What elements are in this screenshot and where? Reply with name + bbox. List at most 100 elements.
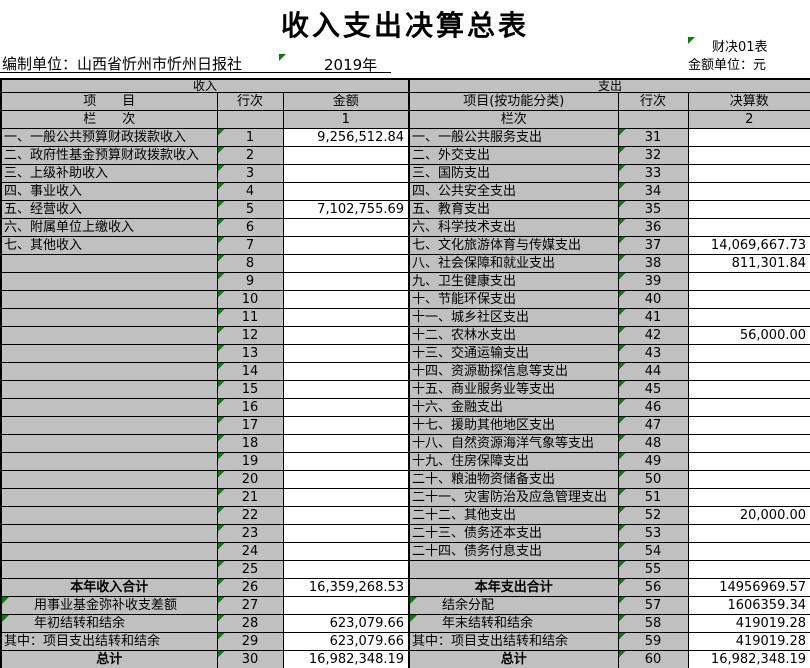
expense-amount-cell[interactable] bbox=[688, 561, 810, 579]
expense-line-cell[interactable]: 54 bbox=[618, 543, 688, 561]
expense-line-cell[interactable]: 44 bbox=[618, 363, 688, 381]
expense-line-cell[interactable]: 51 bbox=[618, 489, 688, 507]
expense-amount-cell[interactable] bbox=[688, 291, 810, 309]
expense-item-cell[interactable]: 十二、农林水支出 bbox=[409, 327, 618, 345]
income-amount-cell[interactable] bbox=[283, 381, 409, 399]
expense-amount-cell[interactable]: 56,000.00 bbox=[688, 327, 810, 345]
expense-item-cell[interactable]: 十七、援助其他地区支出 bbox=[409, 417, 618, 435]
expense-amount-cell[interactable]: 14,069,667.73 bbox=[688, 237, 810, 255]
income-line-cell[interactable]: 22 bbox=[217, 507, 283, 525]
income-item-cell[interactable] bbox=[1, 435, 217, 453]
income-line-cell[interactable]: 13 bbox=[217, 345, 283, 363]
expense-amount-cell[interactable]: 811,301.84 bbox=[688, 255, 810, 273]
expense-line-cell[interactable]: 60 bbox=[618, 651, 688, 668]
expense-item-cell[interactable]: 三、国防支出 bbox=[409, 165, 618, 183]
expense-item-cell[interactable]: 九、卫生健康支出 bbox=[409, 273, 618, 291]
expense-amount-cell[interactable]: 1606359.34 bbox=[688, 597, 810, 615]
expense-item-header[interactable]: 项目(按功能分类) bbox=[409, 93, 618, 111]
expense-line-cell[interactable]: 31 bbox=[618, 129, 688, 147]
income-item-cell[interactable]: 六、附属单位上缴收入 bbox=[1, 219, 217, 237]
income-amount-cell[interactable] bbox=[283, 273, 409, 291]
income-amount-header[interactable]: 金额 bbox=[283, 93, 409, 111]
income-line-cell[interactable]: 4 bbox=[217, 183, 283, 201]
expense-item-cell[interactable]: 八、社会保障和就业支出 bbox=[409, 255, 618, 273]
income-line-cell[interactable]: 17 bbox=[217, 417, 283, 435]
expense-amount-cell[interactable] bbox=[688, 417, 810, 435]
expense-line-cell[interactable]: 33 bbox=[618, 165, 688, 183]
income-amount-cell[interactable]: 623,079.66 bbox=[283, 633, 409, 651]
expense-amount-cell[interactable] bbox=[688, 165, 810, 183]
expense-line-cell[interactable]: 39 bbox=[618, 273, 688, 291]
income-item-cell[interactable] bbox=[1, 507, 217, 525]
expense-amount-cell[interactable] bbox=[688, 381, 810, 399]
expense-item-cell[interactable] bbox=[409, 561, 618, 579]
income-line-cell[interactable]: 30 bbox=[217, 651, 283, 668]
income-amount-cell[interactable] bbox=[283, 417, 409, 435]
expense-amount-cell[interactable] bbox=[688, 435, 810, 453]
expense-amount-cell[interactable]: 419019.28 bbox=[688, 633, 810, 651]
income-item-cell[interactable] bbox=[1, 273, 217, 291]
income-item-cell[interactable]: 一、一般公共预算财政拨款收入 bbox=[1, 129, 217, 147]
expense-line-cell[interactable]: 46 bbox=[618, 399, 688, 417]
expense-section-header[interactable]: 支出 bbox=[409, 79, 810, 93]
income-item-cell[interactable]: 其中：项目支出结转和结余 bbox=[1, 633, 217, 651]
income-line-cell[interactable]: 15 bbox=[217, 381, 283, 399]
income-item-cell[interactable] bbox=[1, 327, 217, 345]
expense-line-cell[interactable]: 56 bbox=[618, 579, 688, 597]
income-line-cell[interactable]: 12 bbox=[217, 327, 283, 345]
income-amount-cell[interactable] bbox=[283, 291, 409, 309]
expense-item-cell[interactable]: 年末结转和结余 bbox=[409, 615, 618, 633]
income-amount-cell[interactable]: 16,982,348.19 bbox=[283, 651, 409, 668]
expense-item-cell[interactable]: 十五、商业服务业等支出 bbox=[409, 381, 618, 399]
expense-item-cell[interactable]: 十四、资源勘探信息等支出 bbox=[409, 363, 618, 381]
expense-line-cell[interactable]: 58 bbox=[618, 615, 688, 633]
income-item-cell[interactable] bbox=[1, 363, 217, 381]
expense-item-cell[interactable]: 七、文化旅游体育与传媒支出 bbox=[409, 237, 618, 255]
income-amount-cell[interactable] bbox=[283, 471, 409, 489]
expense-item-cell[interactable]: 二十二、其他支出 bbox=[409, 507, 618, 525]
expense-amount-cell[interactable]: 419019.28 bbox=[688, 615, 810, 633]
expense-item-cell[interactable]: 一、一般公共服务支出 bbox=[409, 129, 618, 147]
expense-item-cell[interactable]: 二十四、债务付息支出 bbox=[409, 543, 618, 561]
expense-item-cell[interactable]: 总计 bbox=[409, 651, 618, 668]
expense-line-cell[interactable]: 41 bbox=[618, 309, 688, 327]
expense-amount-cell[interactable] bbox=[688, 273, 810, 291]
income-colindex-blank[interactable] bbox=[217, 111, 283, 129]
income-amount-cell[interactable] bbox=[283, 507, 409, 525]
expense-item-cell[interactable]: 十八、自然资源海洋气象等支出 bbox=[409, 435, 618, 453]
income-line-cell[interactable]: 19 bbox=[217, 453, 283, 471]
income-amount-cell[interactable] bbox=[283, 525, 409, 543]
expense-line-cell[interactable]: 37 bbox=[618, 237, 688, 255]
income-line-cell[interactable]: 11 bbox=[217, 309, 283, 327]
income-amount-cell[interactable] bbox=[283, 435, 409, 453]
income-line-cell[interactable]: 8 bbox=[217, 255, 283, 273]
income-line-cell[interactable]: 16 bbox=[217, 399, 283, 417]
income-item-cell[interactable] bbox=[1, 345, 217, 363]
income-item-cell[interactable]: 七、其他收入 bbox=[1, 237, 217, 255]
income-item-cell[interactable] bbox=[1, 489, 217, 507]
expense-line-cell[interactable]: 35 bbox=[618, 201, 688, 219]
expense-item-cell[interactable]: 十三、交通运输支出 bbox=[409, 345, 618, 363]
expense-line-cell[interactable]: 59 bbox=[618, 633, 688, 651]
income-line-cell[interactable]: 3 bbox=[217, 165, 283, 183]
income-amount-cell[interactable] bbox=[283, 183, 409, 201]
income-amount-cell[interactable] bbox=[283, 327, 409, 345]
income-amount-cell[interactable] bbox=[283, 363, 409, 381]
expense-item-cell[interactable]: 六、科学技术支出 bbox=[409, 219, 618, 237]
income-section-header[interactable]: 收入 bbox=[1, 79, 409, 93]
income-line-cell[interactable]: 6 bbox=[217, 219, 283, 237]
expense-amount-cell[interactable] bbox=[688, 489, 810, 507]
income-line-cell[interactable]: 24 bbox=[217, 543, 283, 561]
income-line-cell[interactable]: 29 bbox=[217, 633, 283, 651]
expense-line-cell[interactable]: 34 bbox=[618, 183, 688, 201]
income-amount-cell[interactable] bbox=[283, 165, 409, 183]
income-item-cell[interactable] bbox=[1, 309, 217, 327]
income-colindex-label[interactable]: 栏 次 bbox=[1, 111, 217, 129]
expense-amount-cell[interactable]: 16,982,348.19 bbox=[688, 651, 810, 668]
expense-amount-cell[interactable] bbox=[688, 219, 810, 237]
expense-line-header[interactable]: 行次 bbox=[618, 93, 688, 111]
expense-item-cell[interactable]: 二十、粮油物资储备支出 bbox=[409, 471, 618, 489]
income-amount-cell[interactable] bbox=[283, 543, 409, 561]
income-item-cell[interactable] bbox=[1, 381, 217, 399]
expense-line-cell[interactable]: 49 bbox=[618, 453, 688, 471]
